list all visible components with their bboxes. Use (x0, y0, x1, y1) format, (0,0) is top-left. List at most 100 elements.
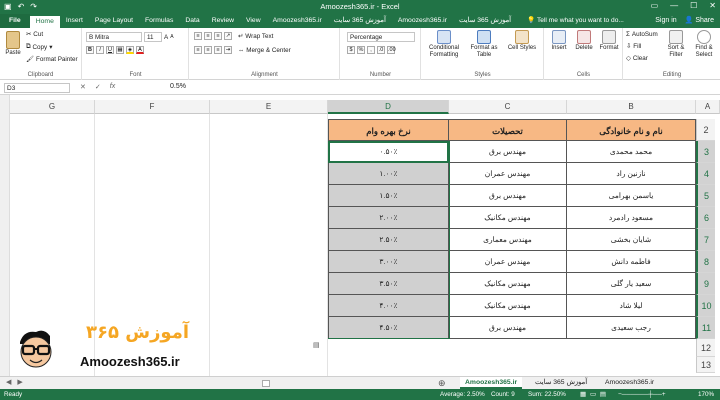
table-cell[interactable]: ۰.۵۰٪ (328, 141, 449, 163)
horizontal-scroll-thumb[interactable] (262, 380, 270, 387)
ribbon-options-icon[interactable]: ▭ (651, 1, 659, 10)
cut-button[interactable]: ✂ Cut (26, 31, 43, 38)
tab-custom-1[interactable]: Amoozesh365.ir (267, 14, 328, 28)
table-cell[interactable]: ۳.۰۰٪ (328, 251, 449, 273)
font-name-select[interactable]: B Mitra (86, 32, 142, 42)
tab-data[interactable]: Data (179, 14, 205, 28)
align-center-icon[interactable]: ≡ (204, 46, 212, 54)
italic-icon[interactable]: I (96, 46, 104, 54)
conditional-formatting-button[interactable]: Conditional Formatting (424, 30, 464, 59)
decrease-decimal-icon[interactable]: .00 (387, 46, 396, 54)
enter-icon[interactable]: ✓ (95, 83, 101, 91)
autosum-button[interactable]: Σ AutoSum (626, 31, 658, 38)
table-cell[interactable]: مهندس مکانیک (449, 273, 567, 295)
sheet-tab-2[interactable]: آموزش 365 سایت (530, 377, 592, 389)
column-header-g[interactable]: G (10, 100, 95, 114)
row-header-13[interactable]: 13 (696, 357, 715, 373)
column-header-f[interactable]: F (95, 100, 210, 114)
indent-icon[interactable]: ⇥ (224, 46, 232, 54)
format-as-table-button[interactable]: Format as Table (466, 30, 502, 59)
row-header-8[interactable]: 8 (696, 251, 715, 273)
tab-insert[interactable]: Insert (60, 14, 89, 28)
wrap-text-button[interactable]: Wrap Text (245, 33, 273, 40)
sort-filter-button[interactable]: Sort & Filter (664, 30, 688, 59)
table-cell[interactable]: یاسمن بهرامی (567, 185, 696, 207)
fx-icon[interactable]: fx (110, 83, 115, 91)
cancel-icon[interactable]: ✕ (80, 83, 86, 91)
row-header-2[interactable]: 2 (696, 119, 715, 141)
sheet-tab-3[interactable]: Amoozesh365.ir (600, 377, 659, 389)
row-header-9[interactable]: 9 (696, 273, 715, 295)
copy-button[interactable]: ⧉ Copy ▾ (26, 43, 52, 51)
orientation-icon[interactable]: ↗ (224, 32, 232, 40)
table-cell[interactable]: محمد محمدی (567, 141, 696, 163)
table-cell[interactable]: ۴.۰۰٪ (328, 295, 449, 317)
bold-icon[interactable]: B (86, 46, 94, 54)
tab-page-layout[interactable]: Page Layout (89, 14, 139, 28)
table-cell[interactable]: مهندس معماری (449, 229, 567, 251)
row-header-7[interactable]: 7 (696, 229, 715, 251)
underline-icon[interactable]: U (106, 46, 114, 54)
tab-custom-4[interactable]: آموزش 365 سایت (453, 14, 517, 28)
align-top-icon[interactable]: ≡ (194, 32, 202, 40)
share-button[interactable]: 👤 Share (685, 14, 714, 28)
table-header-cell[interactable]: نرخ بهره وام (328, 119, 449, 141)
table-cell[interactable]: مهندس عمران (449, 163, 567, 185)
tab-custom-3[interactable]: Amoozesh365.ir (392, 14, 453, 28)
row-header-4[interactable]: 4 (696, 163, 715, 185)
table-cell[interactable]: مهندس مکانیک (449, 295, 567, 317)
table-cell[interactable]: ۴.۵۰٪ (328, 317, 449, 339)
table-cell[interactable]: ۱.۵۰٪ (328, 185, 449, 207)
table-cell[interactable]: مهندس برق (449, 141, 567, 163)
column-header-b[interactable]: B (567, 100, 696, 114)
row-header-3[interactable]: 3 (696, 141, 715, 163)
format-button[interactable]: Format (597, 30, 621, 52)
table-cell[interactable]: نازنین راد (567, 163, 696, 185)
fill-color-icon[interactable]: ◈ (126, 46, 134, 54)
shrink-font-icon[interactable]: A (170, 34, 173, 40)
table-cell[interactable]: فاطمه دانش (567, 251, 696, 273)
zoom-slider[interactable]: −──────┼──+ (618, 389, 666, 400)
column-header-d[interactable]: D (328, 100, 449, 114)
cell-styles-button[interactable]: Cell Styles (504, 30, 540, 52)
table-cell[interactable]: ۲.۵۰٪ (328, 229, 449, 251)
comma-icon[interactable]: , (367, 46, 375, 54)
vertical-scrollbar[interactable] (0, 95, 10, 376)
sheet-tab-1[interactable]: Amoozesh365.ir (460, 377, 523, 389)
tab-formulas[interactable]: Formulas (139, 14, 179, 28)
table-header-cell[interactable]: نام و نام خانوادگی (567, 119, 696, 141)
clear-button[interactable]: ◇ Clear (626, 55, 648, 62)
percent-icon[interactable]: % (357, 46, 365, 54)
grow-font-icon[interactable]: A (164, 34, 168, 41)
table-cell[interactable]: لیلا شاد (567, 295, 696, 317)
scroll-right-icon[interactable]: ▶ (17, 377, 22, 389)
row-header-10[interactable]: 10 (696, 295, 715, 317)
row-header-6[interactable]: 6 (696, 207, 715, 229)
formula-input[interactable]: 0.5% (170, 83, 186, 90)
table-cell[interactable]: رجب سعیدی (567, 317, 696, 339)
font-size-select[interactable]: 11 (144, 32, 162, 42)
fill-button[interactable]: ⇩ Fill (626, 43, 641, 50)
row-header-12[interactable]: 12 (696, 339, 715, 357)
insert-button[interactable]: Insert (547, 30, 571, 52)
format-painter-button[interactable]: 🖌 Format Painter (26, 55, 78, 64)
name-box[interactable]: D3 (4, 83, 70, 93)
table-cell[interactable]: سعید یار گلی (567, 273, 696, 295)
table-cell[interactable]: مهندس عمران (449, 251, 567, 273)
row-header-11[interactable]: 11 (696, 317, 715, 339)
maximize-icon[interactable]: ☐ (690, 1, 697, 10)
table-cell[interactable]: ۳.۵۰٪ (328, 273, 449, 295)
table-cell[interactable]: مهندس مکانیک (449, 207, 567, 229)
tab-file[interactable]: File (0, 14, 30, 28)
borders-icon[interactable]: ▦ (116, 46, 124, 54)
delete-button[interactable]: Delete (572, 30, 596, 52)
font-color-icon[interactable]: A (136, 46, 144, 54)
sign-in-link[interactable]: Sign in (655, 14, 676, 28)
tell-me-box[interactable]: 💡 Tell me what you want to do... (517, 14, 624, 28)
quick-analysis-icon[interactable]: ▤ (313, 341, 320, 349)
add-sheet-icon[interactable]: ⊕ (438, 377, 446, 389)
align-right-icon[interactable]: ≡ (214, 46, 222, 54)
table-cell[interactable]: مسعود رادمرد (567, 207, 696, 229)
view-buttons[interactable]: ▦▭▤ (580, 389, 610, 400)
table-cell[interactable]: ۱.۰۰٪ (328, 163, 449, 185)
